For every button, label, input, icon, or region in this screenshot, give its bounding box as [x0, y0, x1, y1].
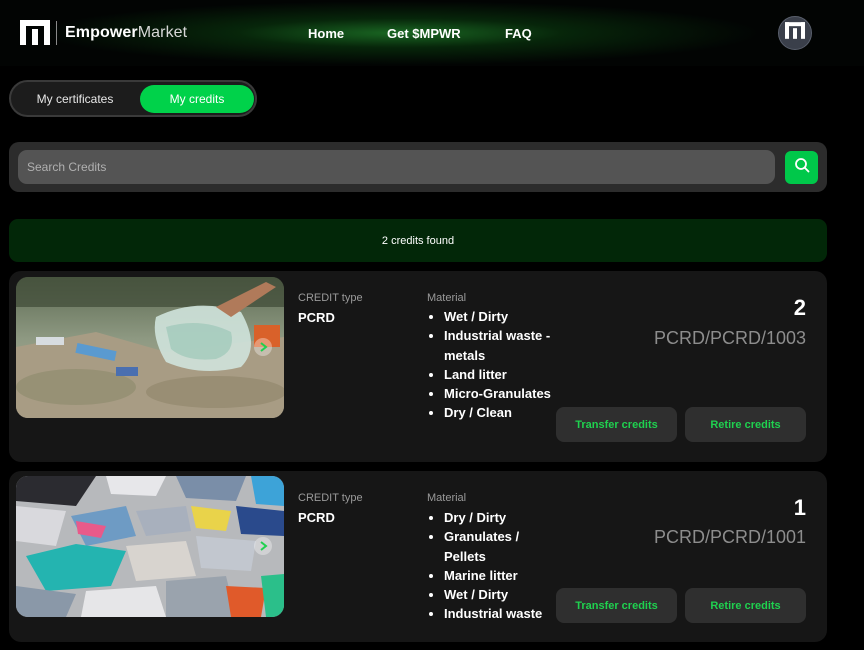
retire-credits-button[interactable]: Retire credits — [685, 407, 806, 442]
credit-card: CREDIT type PCRD Material Wet / Dirty In… — [9, 271, 827, 462]
tab-my-certificates[interactable]: My certificates — [15, 85, 135, 113]
search-button[interactable] — [785, 151, 818, 184]
credit-type-value: PCRD — [298, 310, 335, 325]
material-item: Wet / Dirty — [444, 585, 562, 604]
retire-credits-button[interactable]: Retire credits — [685, 588, 806, 623]
credit-type-label: CREDIT type — [298, 492, 363, 504]
nav-get-label: Get — [387, 26, 413, 41]
logo-divider — [56, 20, 57, 45]
material-item: Dry / Clean — [444, 403, 562, 422]
credit-type-label: CREDIT type — [298, 292, 363, 304]
search-icon — [794, 157, 810, 178]
transfer-credits-button[interactable]: Transfer credits — [556, 407, 677, 442]
nav-get-mpwr-link[interactable]: Get $MPWR — [387, 26, 461, 41]
material-label: Material — [427, 492, 467, 504]
brand-logo[interactable]: EmpowerMarket — [20, 20, 187, 45]
material-item: Industrial waste — [444, 604, 562, 623]
material-item: Micro-Granulates — [444, 384, 562, 403]
credit-id: PCRD/PCRD/1003 — [653, 328, 806, 348]
material-item: Granulates / Pellets — [444, 527, 562, 566]
material-item: Wet / Dirty — [444, 307, 562, 326]
material-item: Dry / Dirty — [444, 508, 562, 527]
avatar-logo-icon — [785, 22, 805, 44]
brand-name: EmpowerMarket — [65, 23, 188, 41]
material-list: Dry / Dirty Granulates / Pellets Marine … — [427, 508, 562, 624]
credit-amount: 2 — [793, 295, 806, 320]
credit-image-plastic-waste — [16, 476, 284, 617]
avatar[interactable] — [778, 16, 812, 50]
credit-image-land-litter — [16, 277, 284, 418]
empower-logo-icon — [20, 20, 50, 45]
nav-faq-link[interactable]: FAQ — [505, 26, 532, 41]
nav-token-label: $MPWR — [412, 26, 461, 41]
results-count-banner: 2 credits found — [9, 219, 827, 262]
carousel-arrow-icon — [254, 537, 272, 555]
material-label: Material — [427, 292, 467, 304]
credit-id: PCRD/PCRD/1001 — [653, 527, 806, 547]
transfer-credits-button[interactable]: Transfer credits — [556, 588, 677, 623]
top-navbar: EmpowerMarket Home Get $MPWR FAQ — [0, 0, 864, 66]
credit-amount: 1 — [793, 495, 806, 520]
search-bar — [9, 142, 827, 192]
material-item: Land litter — [444, 365, 562, 384]
tab-my-credits[interactable]: My credits — [140, 85, 254, 113]
material-list: Wet / Dirty Industrial waste - metals La… — [427, 307, 562, 423]
credit-card: CREDIT type PCRD Material Dry / Dirty Gr… — [9, 471, 827, 642]
credits-view-toggle: My certificates My credits — [9, 80, 257, 117]
nav-home-link[interactable]: Home — [308, 26, 344, 41]
search-input[interactable] — [18, 150, 775, 184]
credit-type-value: PCRD — [298, 510, 335, 525]
carousel-arrow-icon — [254, 338, 272, 356]
material-item: Marine litter — [444, 566, 562, 585]
material-item: Industrial waste - metals — [444, 326, 562, 365]
